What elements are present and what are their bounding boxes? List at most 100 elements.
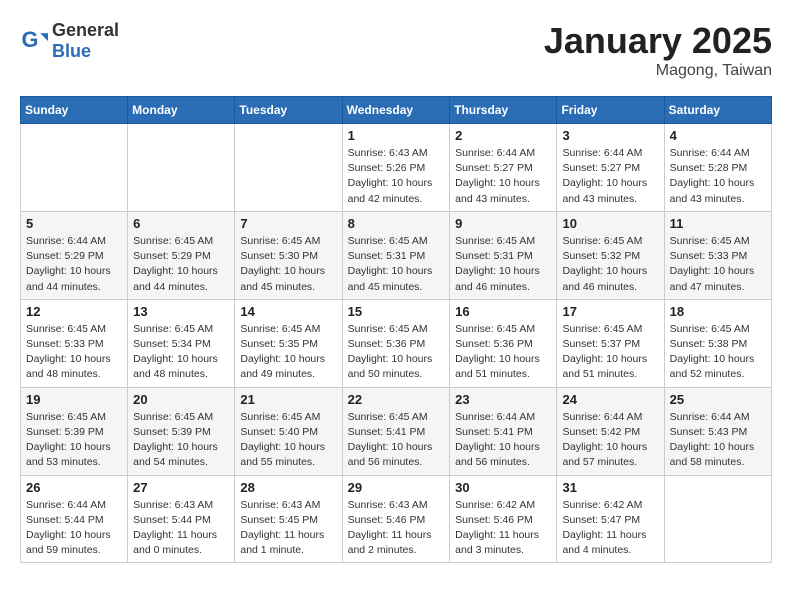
day-number: 1 xyxy=(348,128,445,143)
calendar-cell: 22Sunrise: 6:45 AMSunset: 5:41 PMDayligh… xyxy=(342,387,450,475)
calendar-table: Sunday Monday Tuesday Wednesday Thursday… xyxy=(20,96,772,563)
calendar-location: Magong, Taiwan xyxy=(544,62,772,80)
calendar-cell: 4Sunrise: 6:44 AMSunset: 5:28 PMDaylight… xyxy=(664,124,771,212)
calendar-cell: 20 Sunrise: 6:45 AMSunset: 5:39 PMDayligh… xyxy=(128,387,235,475)
day-number: 26 xyxy=(26,480,122,495)
title-block: January 2025 Magong, Taiwan xyxy=(544,20,772,80)
day-info: Sunrise: 6:44 AMSunset: 5:29 PMDaylight:… xyxy=(26,234,122,295)
day-number: 29 xyxy=(348,480,445,495)
day-info: Sunrise: 6:45 AMSunset: 5:37 PMDaylight:… xyxy=(562,322,658,383)
day-info: Sunrise: 6:43 AMSunset: 5:44 PMDaylight:… xyxy=(133,498,229,559)
calendar-week-row: 26 Sunrise: 6:44 AMSunset: 5:44 PMDayligh… xyxy=(21,475,772,563)
day-info: Sunrise: 6:44 AMSunset: 5:44 PMDaylight:… xyxy=(26,498,122,559)
calendar-cell: 3Sunrise: 6:44 AMSunset: 5:27 PMDaylight… xyxy=(557,124,664,212)
calendar-cell: 16Sunrise: 6:45 AMSunset: 5:36 PMDayligh… xyxy=(450,299,557,387)
day-number: 8 xyxy=(348,216,445,231)
day-info: Sunrise: 6:45 AMSunset: 5:38 PMDaylight:… xyxy=(670,322,766,383)
day-info: Sunrise: 6:45 AMSunset: 5:31 PMDaylight:… xyxy=(455,234,551,295)
calendar-cell: 8Sunrise: 6:45 AMSunset: 5:31 PMDaylight… xyxy=(342,211,450,299)
calendar-cell: 6Sunrise: 6:45 AMSunset: 5:29 PMDaylight… xyxy=(128,211,235,299)
calendar-cell: 24 Sunrise: 6:44 AMSunset: 5:42 PMDayligh… xyxy=(557,387,664,475)
day-number: 10 xyxy=(562,216,658,231)
calendar-week-row: 5 Sunrise: 6:44 AMSunset: 5:29 PMDaylight… xyxy=(21,211,772,299)
calendar-cell: 7Sunrise: 6:45 AMSunset: 5:30 PMDaylight… xyxy=(235,211,342,299)
calendar-cell: 28 Sunrise: 6:43 AMSunset: 5:45 PMDayligh… xyxy=(235,475,342,563)
day-info: Sunrise: 6:43 AMSunset: 5:45 PMDaylight:… xyxy=(240,498,336,559)
day-info: Sunrise: 6:45 AMSunset: 5:34 PMDaylight:… xyxy=(133,322,229,383)
header-monday: Monday xyxy=(128,97,235,124)
calendar-cell: 13 Sunrise: 6:45 AMSunset: 5:34 PMDayligh… xyxy=(128,299,235,387)
day-info: Sunrise: 6:45 AMSunset: 5:36 PMDaylight:… xyxy=(455,322,551,383)
day-number: 13 xyxy=(133,304,229,319)
calendar-cell: 10 Sunrise: 6:45 AMSunset: 5:32 PMDayligh… xyxy=(557,211,664,299)
svg-text:G: G xyxy=(22,27,39,52)
calendar-cell xyxy=(21,124,128,212)
header-saturday: Saturday xyxy=(664,97,771,124)
day-number: 7 xyxy=(240,216,336,231)
day-info: Sunrise: 6:44 AMSunset: 5:42 PMDaylight:… xyxy=(562,410,658,471)
day-number: 25 xyxy=(670,392,766,407)
calendar-cell: 12Sunrise: 6:45 AMSunset: 5:33 PMDayligh… xyxy=(21,299,128,387)
calendar-cell: 30 Sunrise: 6:42 AMSunset: 5:46 PMDayligh… xyxy=(450,475,557,563)
day-info: Sunrise: 6:43 AMSunset: 5:46 PMDaylight:… xyxy=(348,498,445,559)
weekday-header-row: Sunday Monday Tuesday Wednesday Thursday… xyxy=(21,97,772,124)
logo-icon: G xyxy=(20,27,48,55)
calendar-cell xyxy=(664,475,771,563)
day-info: Sunrise: 6:45 AMSunset: 5:29 PMDaylight:… xyxy=(133,234,229,295)
day-number: 18 xyxy=(670,304,766,319)
day-info: Sunrise: 6:44 AMSunset: 5:27 PMDaylight:… xyxy=(455,146,551,207)
day-number: 3 xyxy=(562,128,658,143)
header-friday: Friday xyxy=(557,97,664,124)
day-info: Sunrise: 6:42 AMSunset: 5:47 PMDaylight:… xyxy=(562,498,658,559)
calendar-cell: 5 Sunrise: 6:44 AMSunset: 5:29 PMDaylight… xyxy=(21,211,128,299)
day-info: Sunrise: 6:45 AMSunset: 5:33 PMDaylight:… xyxy=(26,322,122,383)
day-number: 24 xyxy=(562,392,658,407)
day-number: 21 xyxy=(240,392,336,407)
logo-general: General xyxy=(52,20,119,40)
day-number: 28 xyxy=(240,480,336,495)
calendar-cell: 26 Sunrise: 6:44 AMSunset: 5:44 PMDayligh… xyxy=(21,475,128,563)
day-number: 5 xyxy=(26,216,122,231)
day-info: Sunrise: 6:45 AMSunset: 5:39 PMDaylight:… xyxy=(26,410,122,471)
day-info: Sunrise: 6:45 AMSunset: 5:33 PMDaylight:… xyxy=(670,234,766,295)
day-number: 20 xyxy=(133,392,229,407)
calendar-week-row: 12Sunrise: 6:45 AMSunset: 5:33 PMDayligh… xyxy=(21,299,772,387)
day-number: 19 xyxy=(26,392,122,407)
day-number: 27 xyxy=(133,480,229,495)
calendar-week-row: 19 Sunrise: 6:45 AMSunset: 5:39 PMDayligh… xyxy=(21,387,772,475)
day-info: Sunrise: 6:45 AMSunset: 5:39 PMDaylight:… xyxy=(133,410,229,471)
day-info: Sunrise: 6:45 AMSunset: 5:36 PMDaylight:… xyxy=(348,322,445,383)
day-info: Sunrise: 6:45 AMSunset: 5:41 PMDaylight:… xyxy=(348,410,445,471)
header-thursday: Thursday xyxy=(450,97,557,124)
day-info: Sunrise: 6:45 AMSunset: 5:40 PMDaylight:… xyxy=(240,410,336,471)
day-info: Sunrise: 6:42 AMSunset: 5:46 PMDaylight:… xyxy=(455,498,551,559)
calendar-cell: 15 Sunrise: 6:45 AMSunset: 5:36 PMDayligh… xyxy=(342,299,450,387)
day-number: 11 xyxy=(670,216,766,231)
calendar-cell: 11 Sunrise: 6:45 AMSunset: 5:33 PMDayligh… xyxy=(664,211,771,299)
day-info: Sunrise: 6:44 AMSunset: 5:43 PMDaylight:… xyxy=(670,410,766,471)
logo: G General Blue xyxy=(20,20,119,62)
day-info: Sunrise: 6:44 AMSunset: 5:41 PMDaylight:… xyxy=(455,410,551,471)
calendar-cell: 17 Sunrise: 6:45 AMSunset: 5:37 PMDayligh… xyxy=(557,299,664,387)
day-number: 30 xyxy=(455,480,551,495)
calendar-cell: 21 Sunrise: 6:45 AMSunset: 5:40 PMDayligh… xyxy=(235,387,342,475)
calendar-cell: 25 Sunrise: 6:44 AMSunset: 5:43 PMDayligh… xyxy=(664,387,771,475)
day-number: 9 xyxy=(455,216,551,231)
day-info: Sunrise: 6:44 AMSunset: 5:28 PMDaylight:… xyxy=(670,146,766,207)
calendar-cell: 27 Sunrise: 6:43 AMSunset: 5:44 PMDayligh… xyxy=(128,475,235,563)
day-number: 31 xyxy=(562,480,658,495)
calendar-week-row: 1 Sunrise: 6:43 AMSunset: 5:26 PMDaylight… xyxy=(21,124,772,212)
calendar-cell: 14 Sunrise: 6:45 AMSunset: 5:35 PMDayligh… xyxy=(235,299,342,387)
calendar-cell xyxy=(235,124,342,212)
header-sunday: Sunday xyxy=(21,97,128,124)
calendar-cell: 31 Sunrise: 6:42 AMSunset: 5:47 PMDayligh… xyxy=(557,475,664,563)
day-info: Sunrise: 6:43 AMSunset: 5:26 PMDaylight:… xyxy=(348,146,445,207)
day-info: Sunrise: 6:45 AMSunset: 5:35 PMDaylight:… xyxy=(240,322,336,383)
day-number: 15 xyxy=(348,304,445,319)
day-number: 14 xyxy=(240,304,336,319)
day-number: 17 xyxy=(562,304,658,319)
header-wednesday: Wednesday xyxy=(342,97,450,124)
calendar-cell: 29 Sunrise: 6:43 AMSunset: 5:46 PMDayligh… xyxy=(342,475,450,563)
day-info: Sunrise: 6:45 AMSunset: 5:32 PMDaylight:… xyxy=(562,234,658,295)
calendar-cell: 9 Sunrise: 6:45 AMSunset: 5:31 PMDaylight… xyxy=(450,211,557,299)
